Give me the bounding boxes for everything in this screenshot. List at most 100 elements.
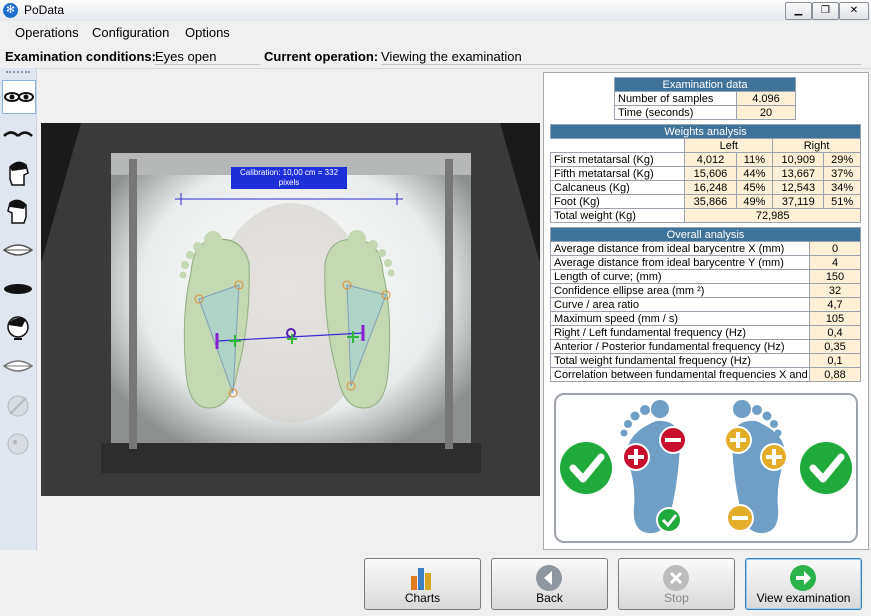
table-row: Foot (Kg) 35,866 49% 37,119 51% — [549, 194, 861, 209]
table-row: Right / Left fundamental frequency (Hz) 0… — [550, 325, 861, 340]
row-value: 4,7 — [809, 297, 861, 312]
minus-gold-icon — [726, 504, 754, 532]
menu-options[interactable]: Options — [185, 25, 230, 40]
head-right-icon — [9, 161, 29, 186]
weights-analysis-table: Weights analysis Left Right First metata… — [549, 124, 861, 223]
charts-label: Charts — [404, 591, 441, 605]
table-row: Fifth metatarsal (Kg) 15,606 44% 13,667 … — [549, 166, 861, 181]
head-left-icon — [7, 199, 27, 224]
operation-label: Current operation: — [264, 49, 379, 64]
feet-summary-graphic — [560, 400, 852, 534]
conditions-label: Examination conditions: — [5, 49, 156, 64]
left-toolbar — [0, 68, 37, 616]
left-percent: 11% — [735, 152, 774, 167]
table-row: Curve / area ratio 4,7 — [550, 297, 861, 312]
mouth-icon — [3, 360, 33, 372]
mouth-closed-tool[interactable] — [2, 273, 34, 305]
table-row: Maximum speed (mm / s) 105 — [550, 311, 861, 326]
head-right-tool[interactable] — [2, 158, 34, 190]
table-row: Average distance from ideal barycentre X… — [550, 241, 861, 256]
minimize-button[interactable]: ▁ — [785, 2, 812, 20]
row-value: 4 — [809, 255, 861, 270]
stop-icon — [663, 565, 689, 591]
time-value: 20 — [736, 105, 796, 120]
feet-summary-panel — [554, 393, 858, 543]
right-check-icon — [800, 442, 852, 494]
row-value: 0,1 — [809, 353, 861, 368]
menu-operations[interactable]: Operations — [15, 25, 79, 40]
mouth-tool[interactable] — [2, 350, 34, 382]
close-icon: ✕ — [849, 5, 859, 16]
stop-label: Stop — [664, 591, 689, 605]
mouth-open-icon — [3, 244, 33, 256]
table-row: Total weight fundamental frequency (Hz) 0… — [550, 353, 861, 368]
right-percent: 29% — [823, 152, 861, 167]
row-value: 150 — [809, 269, 861, 284]
restore-icon: ❐ — [821, 5, 830, 16]
menu-bar: Operations Configuration Options — [0, 21, 871, 43]
back-button[interactable]: Back — [491, 558, 608, 610]
row-label: Calcaneus (Kg) — [549, 180, 686, 195]
table-row: Confidence ellipse area (mm ²) 32 — [550, 283, 861, 298]
dim-head-2-tool[interactable] — [2, 428, 34, 460]
charts-icon — [411, 568, 431, 590]
left-value: 15,606 — [684, 166, 737, 181]
conditions-value: Eyes open — [155, 49, 260, 65]
app-logo-icon: ✻ — [3, 3, 18, 18]
toolbar-grip[interactable] — [6, 71, 30, 75]
status-bar: Examination conditions: Eyes open Curren… — [0, 44, 871, 69]
weights-title: Weights analysis — [550, 124, 861, 139]
total-weight-value: 72,985 — [684, 208, 861, 223]
row-label: Foot (Kg) — [549, 194, 686, 209]
row-value: 105 — [809, 311, 861, 326]
title-bar: ✻ PoData ▁ ❐ ✕ — [0, 0, 871, 22]
left-value: 16,248 — [684, 180, 737, 195]
small-check-icon — [656, 507, 682, 533]
table-row: Time (seconds) 20 — [614, 105, 796, 120]
dim-head-2-icon — [7, 433, 29, 455]
minus-red-icon — [659, 426, 687, 454]
close-button[interactable]: ✕ — [839, 2, 869, 20]
samples-value: 4.096 — [736, 91, 796, 106]
row-value: 0,4 — [809, 325, 861, 340]
examination-data-table: Examination data Number of samples 4.096… — [614, 77, 796, 120]
time-label: Time (seconds) — [614, 105, 737, 120]
dim-head-tool[interactable] — [2, 390, 34, 422]
row-label: Correlation between fundamental frequenc… — [550, 367, 810, 382]
head-tilt-tool[interactable] — [2, 312, 34, 344]
right-percent: 37% — [823, 166, 861, 181]
row-label: Average distance from ideal barycentre Y… — [550, 255, 810, 270]
right-value: 37,119 — [772, 194, 825, 209]
mouth-open-tool[interactable] — [2, 234, 34, 266]
row-label: Right / Left fundamental frequency (Hz) — [550, 325, 810, 340]
row-value: 32 — [809, 283, 861, 298]
restore-button[interactable]: ❐ — [812, 2, 839, 20]
table-row: Number of samples 4.096 — [614, 91, 796, 106]
eyes-open-icon — [4, 92, 34, 102]
right-header: Right — [772, 138, 861, 153]
menu-configuration[interactable]: Configuration — [92, 25, 169, 40]
samples-label: Number of samples — [614, 91, 737, 106]
row-label: Confidence ellipse area (mm ²) — [550, 283, 810, 298]
camera-view: Calibration: 10,00 cm = 332 pixels — [41, 123, 540, 496]
eyes-open-tool[interactable] — [2, 80, 36, 114]
eyes-closed-tool[interactable] — [2, 118, 34, 150]
charts-button[interactable]: Charts — [364, 558, 481, 610]
eyes-closed-icon — [3, 131, 33, 137]
table-row: First metatarsal (Kg) 4,012 11% 10,909 2… — [549, 152, 861, 167]
view-examination-label: View examination — [756, 591, 851, 605]
table-row: Anterior / Posterior fundamental frequen… — [550, 339, 861, 354]
left-value: 4,012 — [684, 152, 737, 167]
plus-gold-icon — [724, 426, 752, 454]
left-header: Left — [684, 138, 774, 153]
head-left-tool[interactable] — [2, 196, 34, 228]
minimize-icon: ▁ — [794, 5, 803, 16]
dim-head-icon — [7, 395, 29, 417]
stop-button[interactable]: Stop — [618, 558, 735, 610]
row-label: Average distance from ideal barycentre X… — [550, 241, 810, 256]
row-label: Length of curve; (mm) — [550, 269, 810, 284]
view-examination-button[interactable]: View examination — [745, 558, 862, 610]
row-label: Curve / area ratio — [550, 297, 810, 312]
row-value: 0,35 — [809, 339, 861, 354]
table-row: Calcaneus (Kg) 16,248 45% 12,543 34% — [549, 180, 861, 195]
